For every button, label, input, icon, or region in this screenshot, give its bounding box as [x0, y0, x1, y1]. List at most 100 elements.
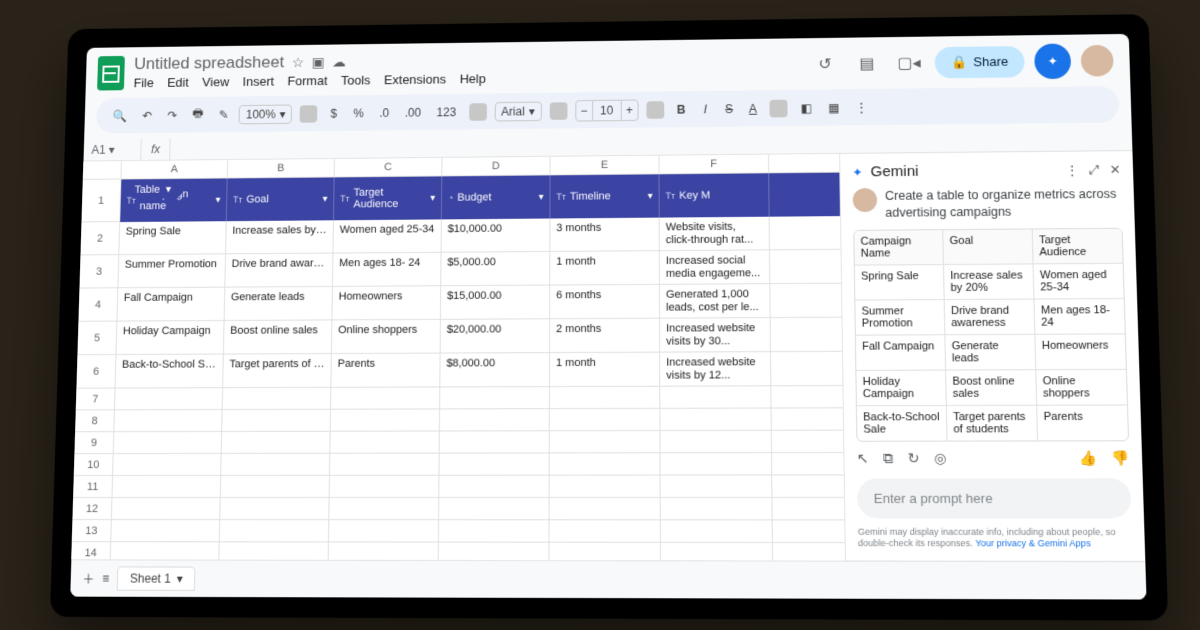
row-header[interactable]: 12: [73, 498, 113, 520]
sheets-logo-icon[interactable]: [97, 55, 125, 90]
col-header[interactable]: B: [228, 159, 335, 177]
strike-button[interactable]: S: [720, 98, 738, 120]
history-icon[interactable]: ↺: [809, 48, 841, 80]
table-header[interactable]: ◔Budget▾: [442, 175, 551, 219]
gemini-side-panel: Gemini ⋮ ⤢ ✕ Create a table to organize …: [839, 151, 1145, 561]
menu-tools[interactable]: Tools: [341, 73, 371, 88]
row-header[interactable]: 7: [76, 389, 116, 411]
font-size-value[interactable]: 10: [593, 99, 621, 121]
menu-help[interactable]: Help: [460, 71, 486, 86]
star-icon[interactable]: ☆: [292, 54, 304, 70]
insert-icon[interactable]: ↖: [857, 450, 869, 467]
name-box[interactable]: A1 ▾: [84, 139, 142, 161]
table-row[interactable]: Summer PromotionDrive brand awaren...Men…: [118, 250, 841, 288]
italic-button[interactable]: I: [696, 98, 714, 120]
fill-color-button[interactable]: ◧: [796, 97, 818, 119]
paint-format-icon[interactable]: ✎: [214, 104, 234, 125]
laptop-frame: Untitled spreadsheet ☆ ▣ ☁ File Edit Vie…: [50, 14, 1168, 620]
thumbs-up-icon[interactable]: 👍: [1079, 449, 1098, 466]
row-header[interactable]: 1: [82, 179, 122, 222]
col-header[interactable]: C: [335, 158, 443, 177]
table-row[interactable]: Fall CampaignGenerate leadsHomeowners$15…: [117, 284, 841, 322]
print-icon[interactable]: 🖶: [187, 101, 208, 129]
account-avatar[interactable]: [1081, 44, 1114, 76]
menu-bar: File Edit View Insert Format Tools Exten…: [133, 71, 485, 90]
copy-icon[interactable]: ⧉: [883, 450, 894, 467]
expand-icon[interactable]: ⤢: [1089, 162, 1100, 178]
font-select[interactable]: Arial ▾: [494, 101, 541, 121]
menu-file[interactable]: File: [133, 76, 153, 91]
row-header[interactable]: 14: [71, 542, 111, 560]
gemini-table-row: Holiday CampaignBoost online salesOnline…: [856, 370, 1127, 406]
spreadsheet-grid[interactable]: A B C D E F Table ▾ 1 2 3 4 5 6: [71, 154, 844, 561]
font-size-stepper[interactable]: − 10 +: [575, 99, 638, 121]
table-header[interactable]: TᴛTimeline▾: [550, 174, 659, 218]
row-header[interactable]: 4: [79, 288, 119, 322]
close-icon[interactable]: ✕: [1109, 162, 1121, 178]
retry-icon[interactable]: ↻: [907, 450, 919, 467]
search-menus-icon[interactable]: 🔍: [108, 105, 133, 126]
menu-edit[interactable]: Edit: [167, 75, 189, 90]
row-header[interactable]: 5: [78, 322, 118, 356]
table-header[interactable]: TᴛGoal▾: [227, 177, 335, 221]
col-header[interactable]: E: [551, 156, 660, 175]
gemini-button[interactable]: [1034, 43, 1071, 79]
increase-decimal[interactable]: .00: [400, 101, 426, 123]
font-size-decrease[interactable]: −: [575, 100, 593, 122]
more-icon[interactable]: ⋮: [1065, 162, 1079, 178]
table-header[interactable]: TᴛKey M: [660, 173, 770, 217]
col-header[interactable]: D: [442, 157, 550, 176]
row-header[interactable]: 9: [75, 432, 115, 454]
font-size-increase[interactable]: +: [620, 99, 638, 121]
col-header[interactable]: A: [121, 160, 228, 178]
fx-icon[interactable]: fx: [141, 139, 171, 160]
formula-input[interactable]: [171, 135, 1133, 153]
redo-icon[interactable]: ↷: [162, 104, 182, 125]
zoom-select[interactable]: 100% ▾: [239, 104, 292, 124]
number-format[interactable]: 123: [432, 101, 462, 123]
menu-format[interactable]: Format: [287, 73, 327, 88]
currency-format[interactable]: $: [325, 102, 343, 123]
share-label: Share: [973, 54, 1008, 69]
borders-button[interactable]: ▦: [823, 97, 845, 119]
menu-extensions[interactable]: Extensions: [384, 72, 446, 87]
privacy-link[interactable]: Your privacy & Gemini Apps: [975, 538, 1091, 548]
row-header[interactable]: 2: [81, 222, 121, 255]
bold-button[interactable]: B: [672, 98, 691, 120]
text-color-button[interactable]: A: [744, 98, 762, 120]
undo-icon[interactable]: ↶: [137, 105, 157, 126]
more-toolbar-icon[interactable]: ⋮: [850, 96, 872, 118]
app-window: Untitled spreadsheet ☆ ▣ ☁ File Edit Vie…: [70, 34, 1146, 600]
gemini-prompt-input[interactable]: Enter a prompt here: [857, 478, 1132, 518]
row-header[interactable]: 6: [77, 355, 117, 389]
cloud-status-icon[interactable]: ☁: [332, 53, 346, 69]
table-row[interactable]: Spring SaleIncrease sales by 20%Women ag…: [119, 216, 840, 255]
share-button[interactable]: 🔒 Share: [935, 46, 1025, 78]
table-row[interactable]: Back-to-School SaleTarget parents of stu…: [116, 352, 843, 389]
table-row[interactable]: Holiday CampaignBoost online salesOnline…: [116, 318, 841, 355]
spark-icon: [1047, 54, 1058, 68]
row-header[interactable]: 11: [73, 476, 113, 498]
row-header[interactable]: 3: [80, 255, 120, 288]
col-header[interactable]: F: [659, 155, 769, 174]
all-sheets-button[interactable]: ≡: [102, 571, 109, 585]
toolbar: 🔍 ↶ ↷ 🖶 ✎ 100% ▾ $ % .0 .00 123 Arial ▾ …: [96, 86, 1120, 134]
row-header[interactable]: 13: [72, 520, 112, 542]
decrease-decimal[interactable]: .0: [374, 102, 394, 123]
menu-insert[interactable]: Insert: [242, 74, 274, 89]
sheet-tab[interactable]: Sheet 1 ▾: [117, 566, 196, 590]
document-title[interactable]: Untitled spreadsheet: [134, 53, 284, 74]
thumbs-down-icon[interactable]: 👎: [1111, 449, 1130, 466]
sources-icon[interactable]: ◎: [934, 450, 947, 467]
table-header[interactable]: TᴛTarget Audience▾: [334, 176, 442, 220]
row-header[interactable]: 8: [75, 410, 115, 432]
move-icon[interactable]: ▣: [312, 54, 325, 70]
title-bar: Untitled spreadsheet ☆ ▣ ☁ File Edit Vie…: [86, 34, 1131, 93]
add-sheet-button[interactable]: ＋: [82, 570, 94, 587]
row-header[interactable]: 10: [74, 454, 114, 476]
sheet-tab-bar: ＋ ≡ Sheet 1 ▾: [70, 559, 1146, 599]
percent-format[interactable]: %: [348, 102, 368, 123]
menu-view[interactable]: View: [202, 75, 229, 90]
comments-icon[interactable]: ▤: [851, 47, 883, 79]
meet-icon[interactable]: ▢◂: [893, 47, 926, 79]
